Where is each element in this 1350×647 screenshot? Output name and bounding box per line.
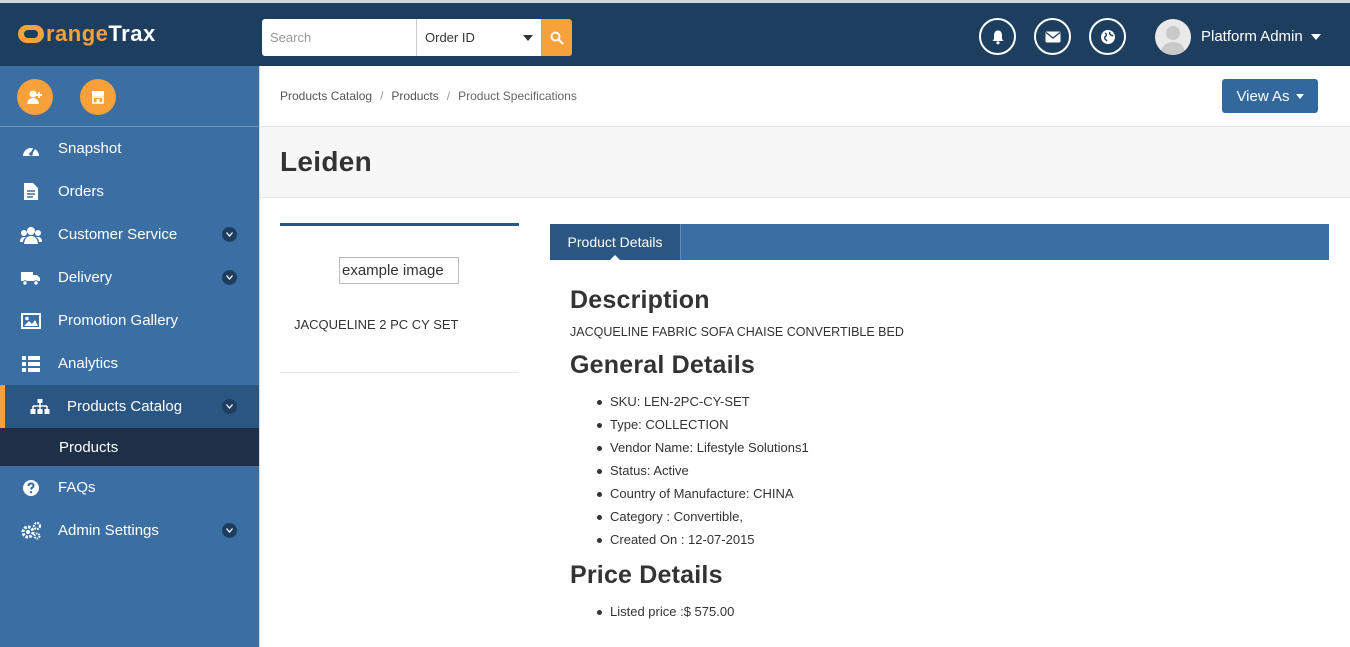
sidebar: Snapshot Orders Customer Service Deliver…	[0, 66, 259, 647]
sidebar-item-admin-settings[interactable]: Admin Settings	[0, 509, 259, 552]
sidebar-quick-actions	[0, 66, 259, 127]
list-item: Type: COLLECTION	[570, 413, 1310, 436]
page-title: Leiden	[260, 127, 1350, 198]
sidebar-item-orders[interactable]: Orders	[0, 170, 259, 213]
orangetrax-logo[interactable]: range Trax	[18, 19, 156, 49]
search-button[interactable]	[541, 19, 572, 56]
sidebar-item-delivery[interactable]: Delivery	[0, 256, 259, 299]
list-item: Vendor Name: Lifestyle Solutions1	[570, 436, 1310, 459]
users-icon	[20, 225, 42, 245]
main-content: Products Catalog / Products / Product Sp…	[259, 66, 1350, 647]
general-details-heading: General Details	[570, 351, 756, 379]
search-filter-select[interactable]: Order ID	[416, 19, 541, 56]
chevron-down-icon	[523, 34, 533, 41]
list-item: Country of Manufacture: CHINA	[570, 482, 1310, 505]
list-item: Category : Convertible,	[570, 505, 1310, 528]
add-user-icon	[27, 90, 42, 104]
sidebar-item-label: FAQs	[58, 479, 96, 496]
truck-icon	[20, 268, 42, 288]
tab-product-details[interactable]: Product Details	[550, 224, 681, 261]
list-icon	[20, 354, 42, 374]
chevron-down-icon	[222, 227, 237, 242]
top-navbar: range Trax Search Order ID Platform Admi…	[0, 0, 1350, 66]
chevron-down-icon	[1310, 33, 1321, 40]
tab-label: Product Details	[567, 234, 663, 250]
sidebar-item-promotion-gallery[interactable]: Promotion Gallery	[0, 299, 259, 342]
chevron-down-icon	[222, 523, 237, 538]
price-details-heading: Price Details	[570, 561, 723, 589]
add-user-button[interactable]	[17, 79, 53, 115]
sidebar-subitem-products[interactable]: Products	[0, 428, 259, 466]
sidebar-item-faqs[interactable]: FAQs	[0, 466, 259, 509]
price-details-list: Listed price :$ 575.00	[570, 600, 1310, 623]
avatar	[1155, 18, 1191, 55]
search-bar: Search Order ID	[262, 19, 572, 56]
sidebar-item-customer-service[interactable]: Customer Service	[0, 213, 259, 256]
sidebar-item-label: Orders	[58, 183, 104, 200]
chevron-down-icon	[1295, 93, 1304, 99]
search-input[interactable]: Search	[262, 19, 416, 56]
product-name: JACQUELINE 2 PC CY SET	[294, 317, 459, 332]
bell-icon	[992, 30, 1003, 44]
breadcrumb-separator: /	[380, 89, 384, 103]
store-icon	[92, 91, 104, 104]
sidebar-item-snapshot[interactable]: Snapshot	[0, 127, 259, 170]
image-icon	[20, 311, 42, 331]
chevron-down-icon	[222, 399, 237, 414]
breadcrumb: Products Catalog / Products / Product Sp…	[260, 66, 1350, 127]
sidebar-item-label: Analytics	[58, 355, 119, 372]
list-item: Listed price :$ 575.00	[570, 600, 1310, 623]
sidebar-item-label: Promotion Gallery	[58, 312, 179, 329]
language-button[interactable]	[1089, 18, 1126, 55]
user-silhouette-icon	[1160, 25, 1186, 55]
messages-button[interactable]	[1034, 18, 1071, 55]
product-tabs: Product Details	[550, 224, 1329, 261]
breadcrumb-link-products-catalog[interactable]: Products Catalog	[280, 89, 372, 103]
logo-o-mark	[18, 25, 44, 43]
sidebar-item-label: Admin Settings	[58, 522, 159, 539]
product-summary-card: example image JACQUELINE 2 PC CY SET	[280, 223, 519, 373]
sitemap-icon	[29, 397, 51, 417]
list-item: Created On : 12-07-2015	[570, 528, 1310, 551]
sidebar-item-products-catalog[interactable]: Products Catalog	[0, 385, 259, 428]
user-menu[interactable]: Platform Admin	[1155, 18, 1321, 55]
breadcrumb-current: Product Specifications	[458, 89, 577, 103]
globe-icon	[1100, 29, 1115, 44]
search-icon	[550, 31, 564, 45]
logo-text-trax: Trax	[108, 21, 156, 46]
sidebar-item-analytics[interactable]: Analytics	[0, 342, 259, 385]
gears-icon	[20, 521, 42, 541]
list-item: SKU: LEN-2PC-CY-SET	[570, 390, 1310, 413]
list-item: Status: Active	[570, 459, 1310, 482]
document-icon	[20, 182, 42, 202]
user-name: Platform Admin	[1201, 28, 1303, 45]
product-details-panel: Description JACQUELINE FABRIC SOFA CHAIS…	[570, 286, 1310, 633]
breadcrumb-link-products[interactable]: Products	[391, 89, 438, 103]
description-heading: Description	[570, 286, 710, 314]
envelope-icon	[1045, 31, 1060, 42]
question-icon	[20, 478, 42, 498]
store-button[interactable]	[80, 79, 116, 115]
description-text: JACQUELINE FABRIC SOFA CHAISE CONVERTIBL…	[570, 325, 904, 339]
product-image-alt: example image	[342, 262, 444, 279]
sidebar-item-label: Products Catalog	[67, 398, 183, 415]
view-as-label: View As	[1236, 87, 1290, 105]
sidebar-item-label: Customer Service	[58, 226, 178, 243]
breadcrumb-separator: /	[446, 89, 451, 103]
view-as-button[interactable]: View As	[1222, 79, 1318, 113]
logo-text-orange: range	[46, 21, 109, 46]
notifications-button[interactable]	[979, 18, 1016, 55]
chevron-down-icon	[222, 270, 237, 285]
search-filter-value: Order ID	[425, 30, 475, 45]
product-image: example image	[339, 257, 459, 284]
sidebar-item-label: Delivery	[58, 269, 113, 286]
sidebar-item-label: Snapshot	[58, 140, 122, 157]
sidebar-subitem-label: Products	[59, 438, 119, 456]
dashboard-icon	[20, 139, 42, 159]
general-details-list: SKU: LEN-2PC-CY-SET Type: COLLECTION Ven…	[570, 390, 1310, 551]
